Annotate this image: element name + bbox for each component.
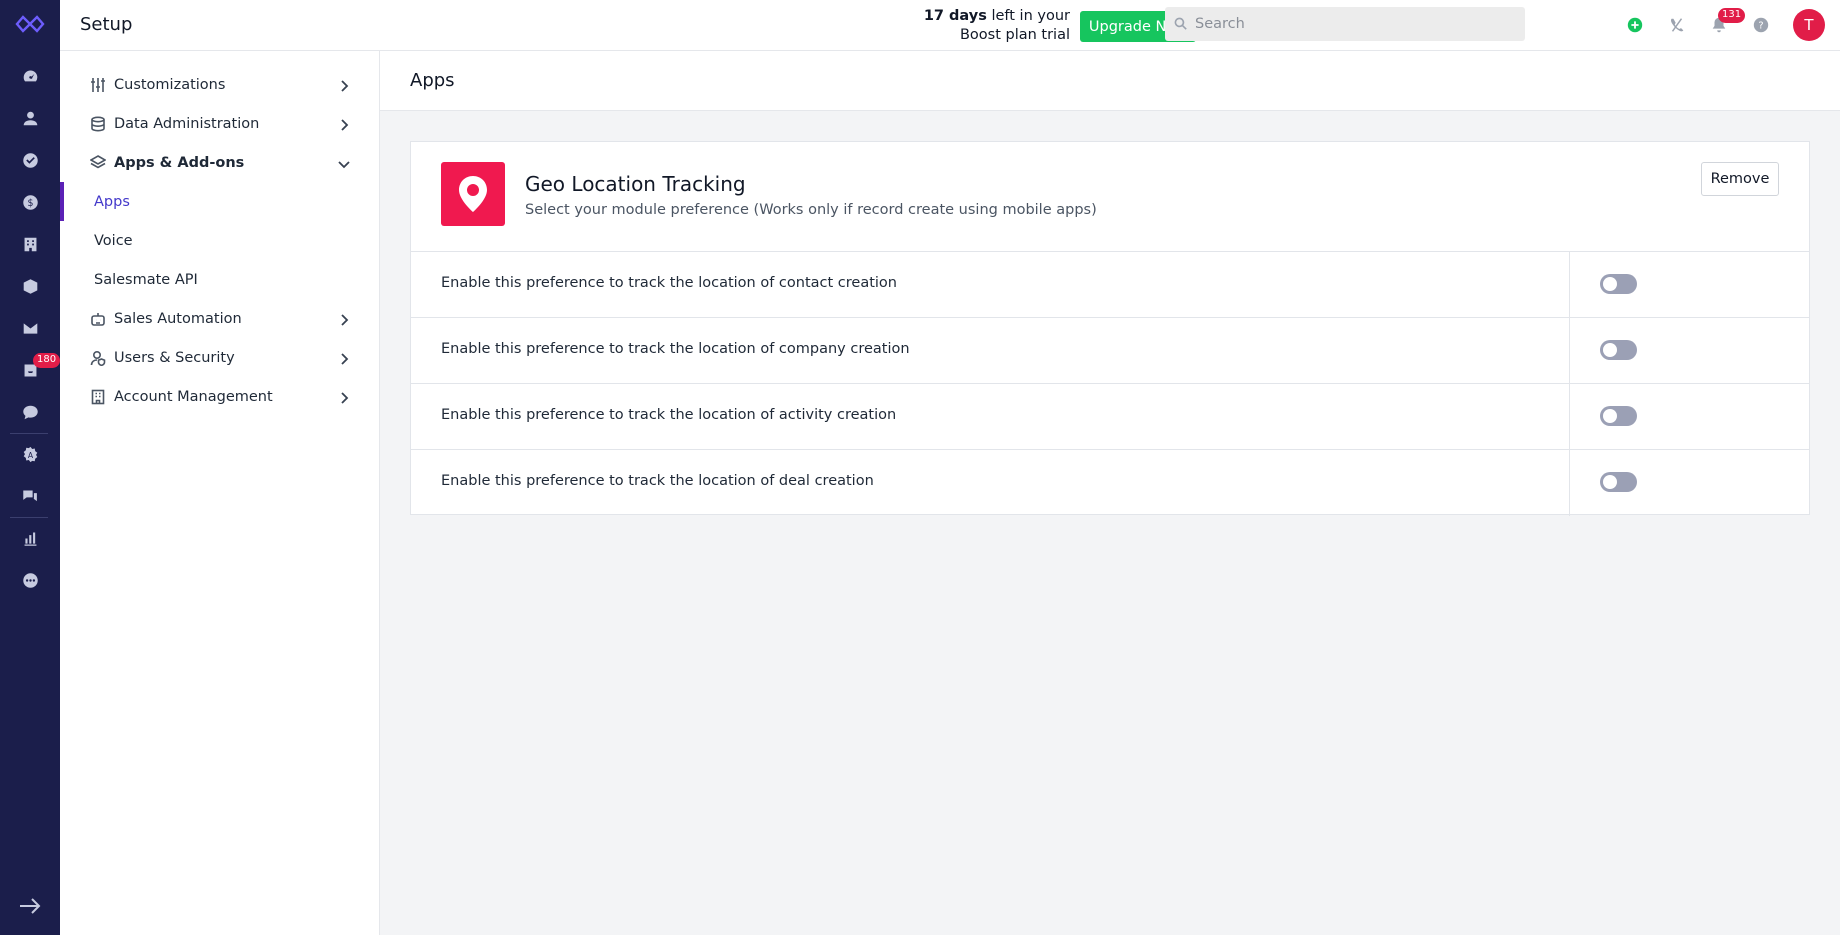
user-avatar[interactable]: T xyxy=(1793,9,1825,41)
preference-row-company: Enable this preference to track the loca… xyxy=(411,318,1809,384)
preference-label: Enable this preference to track the loca… xyxy=(441,275,897,291)
icon-rail: $ 180 A xyxy=(0,0,61,935)
help-icon[interactable]: ? xyxy=(1750,14,1772,36)
chevron-right-icon xyxy=(337,390,351,404)
row-divider xyxy=(1569,384,1570,450)
contact-location-toggle[interactable] xyxy=(1600,274,1637,294)
svg-text:?: ? xyxy=(1758,21,1763,32)
sidebar-item-label: Customizations xyxy=(114,76,226,93)
sidebar-item-apps-addons[interactable]: Apps & Add-ons xyxy=(60,143,379,182)
chat-icon[interactable] xyxy=(19,401,41,423)
sidebar-item-account-management[interactable]: Account Management xyxy=(60,377,379,416)
dashboard-icon[interactable] xyxy=(19,65,41,87)
app-section-title: Setup xyxy=(80,14,133,35)
row-divider xyxy=(1569,450,1570,516)
user-shield-icon xyxy=(89,349,107,367)
notification-count-badge: 131 xyxy=(1718,8,1746,23)
sidebar-item-customizations[interactable]: Customizations xyxy=(60,65,379,104)
sidebar-item-sales-automation[interactable]: Sales Automation xyxy=(60,299,379,338)
robot-icon xyxy=(89,310,107,328)
page-header: Apps xyxy=(380,51,1840,111)
sidebar-subitem-voice[interactable]: Voice xyxy=(60,221,379,260)
products-icon[interactable] xyxy=(19,275,41,297)
rail-divider xyxy=(10,517,48,518)
global-search[interactable] xyxy=(1165,7,1525,41)
add-new-icon[interactable] xyxy=(1624,14,1646,36)
building-icon xyxy=(89,388,107,406)
reports-icon[interactable] xyxy=(19,527,41,549)
deals-icon[interactable]: $ xyxy=(19,191,41,213)
company-location-toggle[interactable] xyxy=(1600,340,1637,360)
sidebar-subitem-apps[interactable]: Apps xyxy=(60,182,379,221)
sidebar-item-data-administration[interactable]: Data Administration xyxy=(60,104,379,143)
trial-days: 17 days xyxy=(923,8,987,24)
more-icon[interactable] xyxy=(19,569,41,591)
trial-text-line1: left in your xyxy=(986,8,1070,24)
database-icon xyxy=(89,115,107,133)
chevron-right-icon xyxy=(337,351,351,365)
app-card-header: Geo Location Tracking Select your module… xyxy=(411,142,1809,252)
row-divider xyxy=(1569,318,1570,384)
sidebar-item-label: Apps & Add-ons xyxy=(114,154,245,171)
chevron-right-icon xyxy=(337,312,351,326)
messages-icon[interactable] xyxy=(19,485,41,507)
deal-location-toggle[interactable] xyxy=(1600,472,1637,492)
sidebar-subitem-salesmate-api[interactable]: Salesmate API xyxy=(60,260,379,299)
inbox-count-badge: 180 xyxy=(33,353,61,368)
preference-row-deal: Enable this preference to track the loca… xyxy=(411,450,1809,516)
sliders-icon xyxy=(89,76,107,94)
chevron-right-icon xyxy=(337,117,351,131)
sidebar-subitem-label: Salesmate API xyxy=(94,271,198,288)
svg-text:A: A xyxy=(27,450,33,459)
email-icon[interactable] xyxy=(19,317,41,339)
preference-label: Enable this preference to track the loca… xyxy=(441,341,910,357)
search-input[interactable] xyxy=(1195,7,1515,41)
sidebar-item-label: Sales Automation xyxy=(114,310,242,327)
trial-text-line2: Boost plan trial xyxy=(959,27,1070,43)
app-name: Geo Location Tracking xyxy=(525,172,746,196)
remove-app-button[interactable]: Remove xyxy=(1701,162,1779,196)
app-description: Select your module preference (Works onl… xyxy=(525,202,1097,218)
trial-notice: 17 days left in your Boost plan trial xyxy=(880,7,1070,45)
preference-label: Enable this preference to track the loca… xyxy=(441,473,874,489)
sidebar-subitem-label: Voice xyxy=(94,232,133,249)
dialer-icon[interactable] xyxy=(1666,14,1688,36)
sidebar-subitem-label: Apps xyxy=(94,193,130,210)
expand-sidebar-arrow-icon[interactable] xyxy=(18,896,42,916)
salesmate-logo-icon[interactable] xyxy=(14,14,46,34)
sidebar-item-label: Account Management xyxy=(114,388,273,405)
settings-sidebar: Customizations Data Administration Apps … xyxy=(60,51,380,935)
activity-location-toggle[interactable] xyxy=(1600,406,1637,426)
automation-icon[interactable]: A xyxy=(19,443,41,465)
companies-icon[interactable] xyxy=(19,233,41,255)
rail-divider xyxy=(10,433,48,434)
map-pin-icon xyxy=(441,162,505,226)
sidebar-item-label: Data Administration xyxy=(114,115,260,132)
sidebar-item-users-security[interactable]: Users & Security xyxy=(60,338,379,377)
svg-text:$: $ xyxy=(27,197,33,208)
preference-label: Enable this preference to track the loca… xyxy=(441,407,897,423)
chevron-down-icon xyxy=(337,156,351,170)
preference-row-activity: Enable this preference to track the loca… xyxy=(411,384,1809,450)
chevron-right-icon xyxy=(337,78,351,92)
sidebar-item-label: Users & Security xyxy=(114,349,235,366)
app-settings-card: Geo Location Tracking Select your module… xyxy=(410,141,1810,516)
tasks-icon[interactable] xyxy=(19,149,41,171)
contacts-icon[interactable] xyxy=(19,107,41,129)
layers-icon xyxy=(89,154,107,172)
search-icon xyxy=(1174,17,1187,30)
page-title: Apps xyxy=(410,70,455,91)
row-divider xyxy=(1569,252,1570,318)
preference-row-contact: Enable this preference to track the loca… xyxy=(411,252,1809,318)
